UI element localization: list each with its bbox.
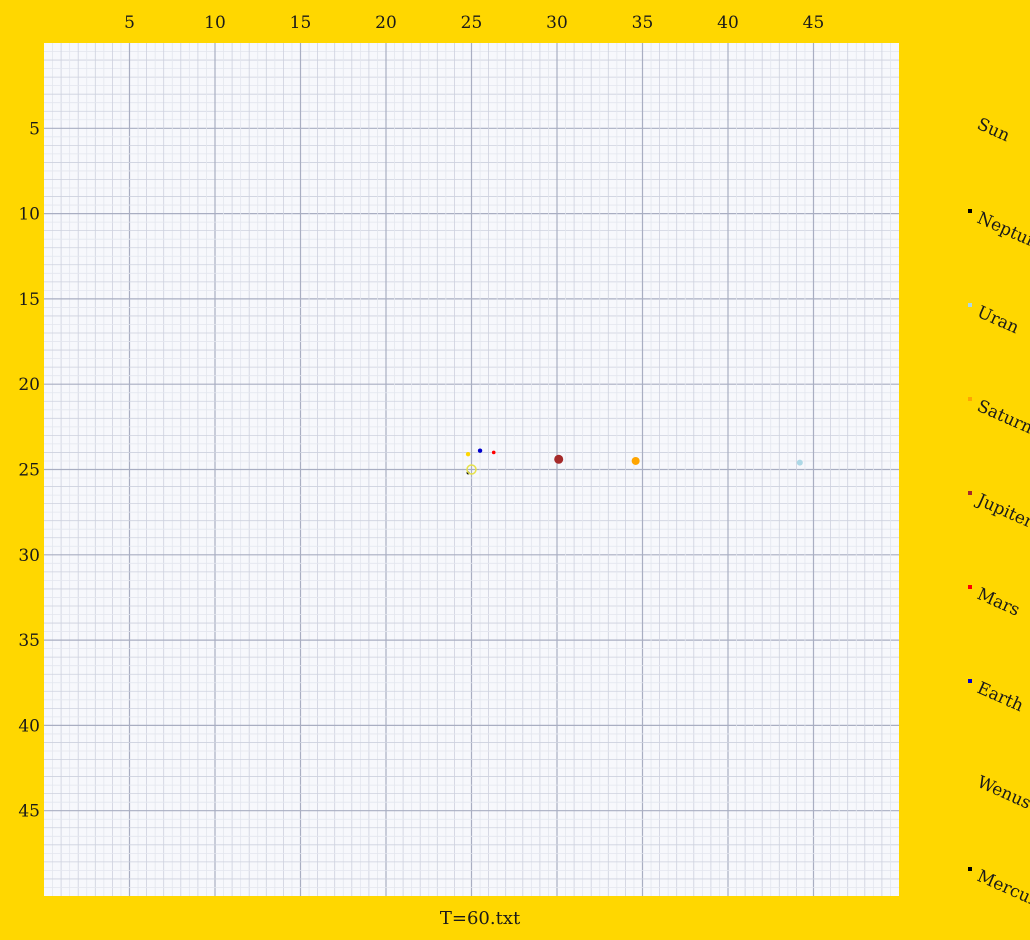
legend-swatch-wenus	[968, 773, 972, 777]
legend-swatch-saturn	[968, 397, 972, 401]
legend: Sun Neptun Uran Saturn Jupiter Mars Earth Wenus…	[968, 114, 1030, 915]
x-tick-label: 30	[546, 13, 568, 33]
planet-point-jupiter	[554, 454, 564, 464]
x-tick-label: 20	[375, 13, 397, 33]
x-tick-label: 35	[632, 13, 654, 33]
legend-label-neptun: Neptun	[974, 208, 1030, 253]
legend-label-saturn: Saturn	[974, 396, 1030, 438]
legend-label-earth: Earth	[974, 678, 1026, 716]
planet-point-saturn	[631, 456, 640, 465]
x-tick-label: 15	[290, 13, 312, 33]
y-tick-label: 20	[18, 375, 40, 395]
legend-swatch-earth	[968, 679, 972, 683]
y-tick-label: 25	[18, 461, 40, 481]
x-tick-label: 40	[717, 13, 739, 33]
grid-lines	[44, 43, 899, 896]
legend-label-jupiter: Jupiter	[972, 489, 1030, 532]
legend-swatch-uran	[968, 303, 972, 307]
legend-label-sun: Sun	[974, 114, 1013, 146]
legend-label-mars: Mars	[974, 584, 1023, 620]
chart-caption: T=60.txt	[440, 908, 521, 929]
x-tick-label: 25	[461, 13, 483, 33]
legend-swatch-sun	[968, 115, 972, 119]
legend-swatch-jupiter	[968, 491, 972, 495]
planet-point-mars	[491, 450, 496, 455]
solar-system-chart: 5 10 15 20 25 30 35 40 45 5 10 15 20 25 30 35 40 45 Sun Ne…	[18, 13, 1030, 929]
planet-point-earth	[477, 448, 483, 453]
planet-point-wenus	[465, 451, 471, 457]
legend-swatch-mars	[968, 585, 972, 589]
legend-swatch-mercury	[968, 867, 972, 871]
legend-label-wenus: Wenus	[974, 772, 1030, 813]
x-tick-label: 10	[204, 13, 226, 33]
x-tick-label: 5	[124, 13, 135, 33]
y-tick-label: 45	[18, 802, 40, 822]
legend-label-uran: Uran	[974, 302, 1022, 338]
y-tick-label: 10	[18, 205, 40, 225]
legend-label-mercury: Mercury	[974, 866, 1030, 914]
y-tick-label: 5	[29, 119, 40, 139]
y-tick-label: 30	[18, 546, 40, 566]
y-tick-label: 15	[18, 290, 40, 310]
y-tick-label: 35	[18, 631, 40, 651]
planet-point-uran	[796, 459, 803, 466]
legend-swatch-neptun	[968, 209, 972, 213]
y-tick-label: 40	[18, 716, 40, 736]
x-tick-label: 45	[803, 13, 825, 33]
